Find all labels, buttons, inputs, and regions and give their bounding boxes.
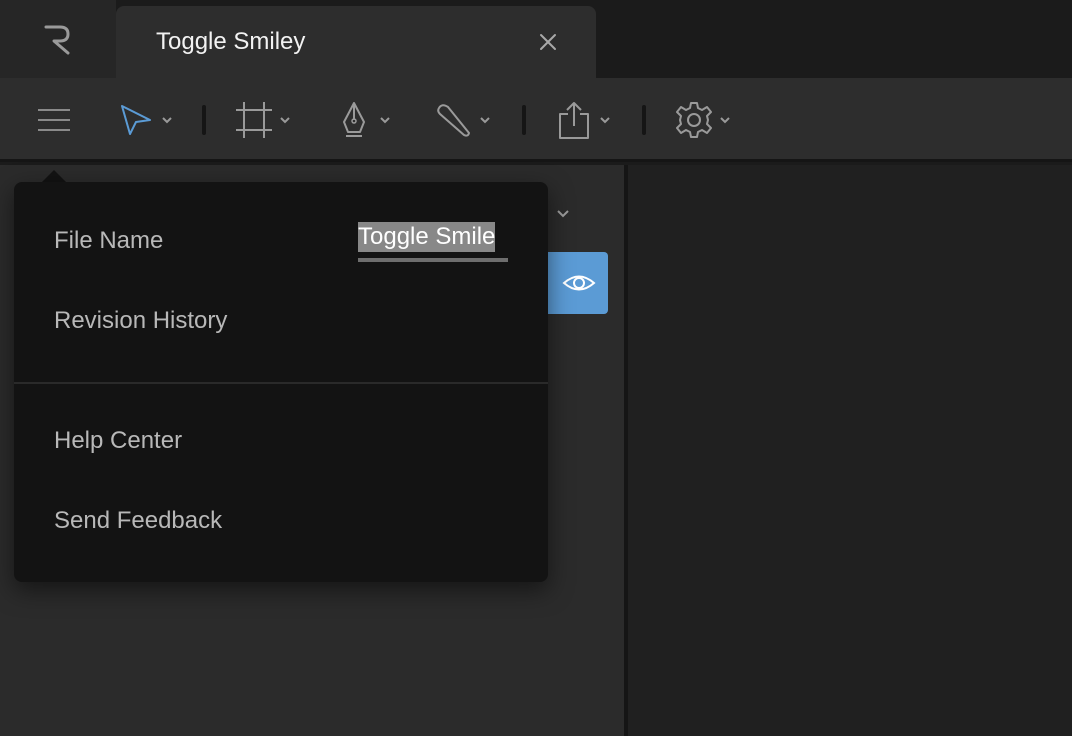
file-name-value: Toggle Smile <box>358 222 496 252</box>
eye-icon <box>562 275 596 291</box>
menu-pointer <box>42 170 66 182</box>
select-arrow-icon <box>121 105 151 135</box>
hamburger-icon <box>38 109 70 131</box>
tab-title: Toggle Smiley <box>156 28 306 55</box>
brush-icon <box>437 104 470 137</box>
toolbar-separator <box>202 105 206 135</box>
toolbar <box>0 78 1072 162</box>
tab-active[interactable]: Toggle Smiley <box>116 6 596 78</box>
chevron-down-icon <box>162 117 172 124</box>
chevron-down-icon <box>600 117 610 124</box>
main-menu-dropdown: File Name Toggle Smile Revision History … <box>14 182 548 582</box>
brush-tool-button[interactable] <box>434 96 492 144</box>
frame-tool-button[interactable] <box>234 96 292 144</box>
frame-icon <box>236 102 272 138</box>
pen-tool-button[interactable] <box>334 96 392 144</box>
export-button[interactable] <box>554 96 612 144</box>
export-icon <box>559 102 589 139</box>
menu-item-send-feedback[interactable]: Send Feedback <box>54 507 222 535</box>
tab-bar: Toggle Smiley <box>0 0 1072 78</box>
logo-icon <box>44 25 70 55</box>
menu-item-revision-history[interactable]: Revision History <box>54 307 227 335</box>
chevron-down-icon[interactable] <box>554 204 572 222</box>
menu-item-help-center[interactable]: Help Center <box>54 427 182 455</box>
chevron-down-icon <box>480 117 490 124</box>
app-logo[interactable] <box>0 0 116 78</box>
gear-icon <box>676 102 712 138</box>
chevron-down-icon <box>280 117 290 124</box>
chevron-down-icon <box>380 117 390 124</box>
preview-button[interactable] <box>540 252 608 314</box>
main-menu-button[interactable] <box>34 96 74 144</box>
toolbar-separator <box>522 105 526 135</box>
close-icon[interactable] <box>536 30 560 54</box>
pen-nib-icon <box>343 102 365 137</box>
menu-divider <box>14 382 548 384</box>
select-tool-button[interactable] <box>116 96 174 144</box>
file-name-label: File Name <box>54 227 164 254</box>
chevron-down-icon <box>720 117 730 124</box>
settings-button[interactable] <box>674 96 732 144</box>
file-name-input[interactable]: Toggle Smile <box>358 222 508 262</box>
toolbar-separator <box>642 105 646 135</box>
canvas-area[interactable] <box>628 165 1072 736</box>
